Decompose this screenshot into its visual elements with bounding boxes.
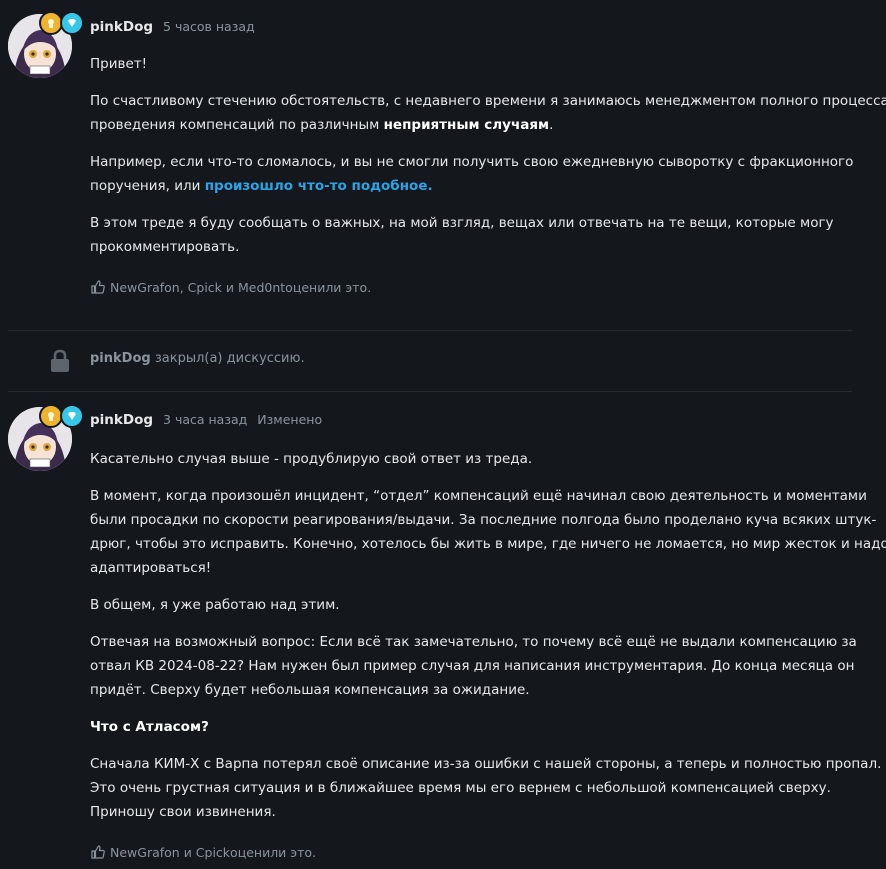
post-2-likes-suffix: оценили это. xyxy=(230,844,317,860)
post-1-body: Привет! По счастливому стечению обстояте… xyxy=(90,52,886,259)
post-1-paragraph-4: В этом треде я буду сообщать о важных, н… xyxy=(90,215,834,255)
thumbs-up-icon[interactable] xyxy=(90,279,106,295)
post-1-likes-suffix: оценили это. xyxy=(285,279,372,295)
post-2-heading: Что с Атласом? xyxy=(90,715,886,739)
thumbs-up-icon[interactable] xyxy=(90,844,106,860)
lock-icon xyxy=(51,349,69,372)
post-1-paragraph-3-end: . xyxy=(427,178,433,194)
diamond-badge-icon[interactable] xyxy=(60,404,84,428)
post-2-time[interactable]: 3 часа назад xyxy=(163,412,247,427)
post-1-paragraph-2: По счастливому стечению обстоятельств, с… xyxy=(90,89,886,137)
post-2-body: Касательно случая выше - продублирую сво… xyxy=(90,447,886,824)
closed-discussion-event: pinkDog закрыл(а) дискуссию. xyxy=(0,349,800,373)
post-1-badges xyxy=(39,11,84,35)
post-2-likes-names[interactable]: NewGrafon и Cpick xyxy=(110,845,230,860)
post-1-paragraph-2-end: . xyxy=(549,117,554,133)
post-1-paragraph-1: Привет! xyxy=(90,56,148,72)
post-1: pinkDog 5 часов назад Привет! По счастли… xyxy=(0,0,886,295)
post-2-header: pinkDog 3 часа назад Изменено xyxy=(90,393,886,432)
divider xyxy=(8,391,852,392)
post-2-heading-text: Что с Атласом? xyxy=(90,719,209,735)
post-1-avatar-wrap xyxy=(8,11,84,78)
post-1-likes-names[interactable]: NewGrafon, Cpick и Med0nt xyxy=(110,280,285,295)
event-author[interactable]: pinkDog xyxy=(90,351,151,366)
post-2-author[interactable]: pinkDog xyxy=(90,412,153,428)
post-2-badges xyxy=(39,404,84,428)
post-1-paragraph-3: Например, если что-то сломалось, и вы не… xyxy=(90,150,886,198)
post-2: pinkDog 3 часа назад Изменено Касательно… xyxy=(0,393,886,860)
closed-event-text: pinkDog закрыл(а) дискуссию. xyxy=(90,351,305,366)
post-2-likes: NewGrafon и Cpick оценили это. xyxy=(90,844,886,860)
post-2-edited[interactable]: Изменено xyxy=(257,412,322,427)
divider xyxy=(8,330,852,331)
post-2-paragraph-4: Отвечая на возможный вопрос: Если всё та… xyxy=(90,634,857,698)
post-2-paragraph-2: В момент, когда произошёл инцидент, “отд… xyxy=(90,488,886,576)
post-2-paragraph-1: Касательно случая выше - продублирую сво… xyxy=(90,451,533,467)
post-1-bold-text: неприятным случаям xyxy=(383,117,550,133)
post-1-link[interactable]: произошло что-то подобное xyxy=(205,178,428,194)
post-2-paragraph-3: В общем, я уже работаю над этим. xyxy=(90,597,340,613)
event-text: закрыл(а) дискуссию. xyxy=(150,351,305,366)
post-1-time[interactable]: 5 часов назад xyxy=(163,19,255,34)
post-2-paragraph-5: Сначала КИМ-Х с Варпа потерял своё описа… xyxy=(90,756,882,820)
diamond-badge-icon[interactable] xyxy=(60,11,84,35)
post-1-likes: NewGrafon, Cpick и Med0nt оценили это. xyxy=(90,279,886,295)
post-2-avatar-wrap xyxy=(8,404,84,471)
post-1-header: pinkDog 5 часов назад xyxy=(90,0,886,39)
post-1-author[interactable]: pinkDog xyxy=(90,19,153,35)
